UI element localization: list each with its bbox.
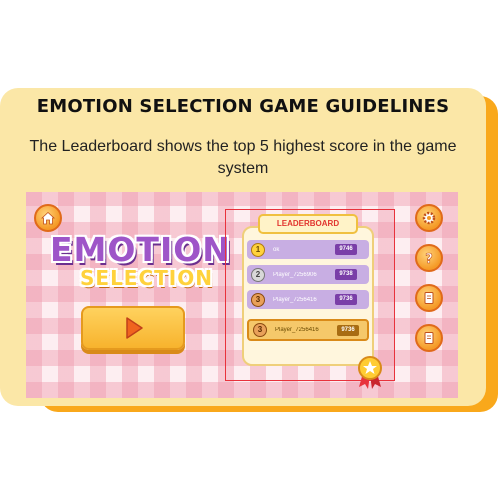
home-button[interactable] bbox=[34, 204, 62, 232]
leaderboard-row: 3 Player_7256416 9736 bbox=[247, 290, 369, 309]
play-button[interactable] bbox=[81, 306, 185, 350]
rank-badge: 2 bbox=[251, 267, 265, 282]
leaderboard-row: 2 Player_7256906 9738 bbox=[247, 265, 369, 284]
player-name: ok bbox=[273, 246, 280, 253]
rank-badge: 3 bbox=[253, 323, 267, 337]
guideline-title: EMOTION SELECTION GAME GUIDELINES bbox=[36, 96, 450, 117]
guide-button[interactable] bbox=[415, 284, 443, 312]
play-icon bbox=[126, 317, 143, 339]
rank-badge: 3 bbox=[251, 292, 265, 307]
current-player-row: 3 Player_7256416 9736 bbox=[247, 319, 369, 341]
logo-selection: SELECTION bbox=[80, 266, 213, 290]
player-name: Player_7256416 bbox=[275, 327, 319, 333]
player-score: 9736 bbox=[337, 324, 359, 336]
home-icon bbox=[40, 211, 56, 225]
player-score: 9736 bbox=[335, 294, 357, 305]
book-icon bbox=[424, 332, 434, 344]
help-button[interactable]: ? bbox=[415, 244, 443, 272]
leaderboard-row: 1 ok 9746 bbox=[247, 240, 369, 259]
records-button[interactable] bbox=[415, 324, 443, 352]
player-score: 9746 bbox=[335, 244, 357, 255]
player-name: Player_7256906 bbox=[273, 271, 317, 278]
book-icon bbox=[424, 292, 434, 304]
player-name: Player_7256416 bbox=[273, 296, 317, 303]
game-screenshot: EMOTION SELECTION LEADERBOARD 1 ok 9746 … bbox=[26, 192, 458, 398]
question-icon: ? bbox=[425, 252, 433, 266]
svg-text:?: ? bbox=[425, 252, 433, 266]
settings-button[interactable] bbox=[415, 204, 443, 232]
leaderboard-title: LEADERBOARD bbox=[258, 214, 358, 234]
logo-emotion: EMOTION bbox=[50, 230, 231, 269]
guideline-description: The Leaderboard shows the top 5 highest … bbox=[29, 138, 457, 177]
rank-badge: 1 bbox=[251, 242, 265, 257]
guideline-card: EMOTION SELECTION GAME GUIDELINES The Le… bbox=[0, 88, 486, 406]
gear-icon bbox=[422, 211, 436, 225]
player-score: 9738 bbox=[335, 269, 357, 280]
medal-icon bbox=[358, 356, 382, 389]
